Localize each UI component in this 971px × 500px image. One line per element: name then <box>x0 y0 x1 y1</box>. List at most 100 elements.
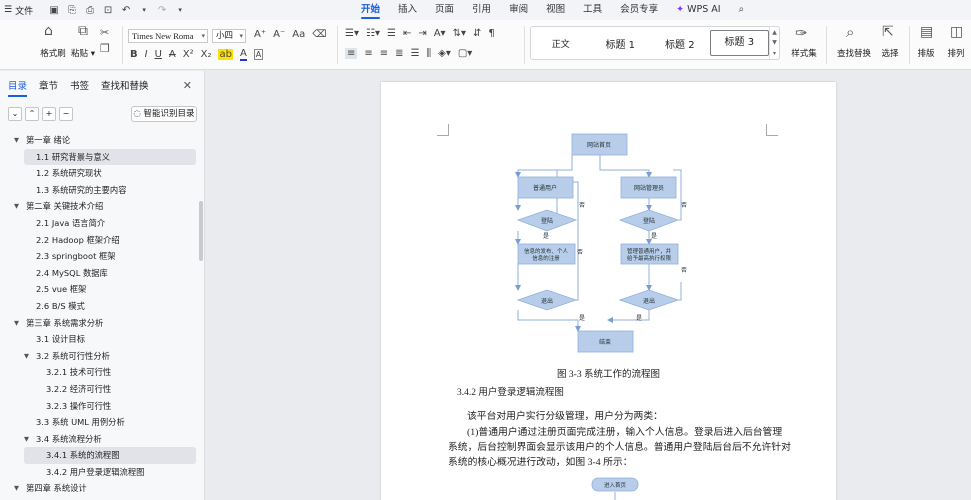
wps-ai-button[interactable]: ✦ WPS AI <box>667 0 729 20</box>
tab-home[interactable]: 开始 <box>352 0 389 20</box>
toc-item[interactable]: 2.3 springboot 框架 <box>0 248 200 265</box>
chinese-layout-icon[interactable]: A▾ <box>434 28 446 39</box>
redo-icon[interactable]: ↷ <box>155 3 169 17</box>
print-icon[interactable]: ⎙ <box>83 3 97 17</box>
close-icon[interactable]: ✕ <box>183 79 192 92</box>
nav-tab-toc[interactable]: 目录 <box>8 78 28 97</box>
highlight-icon[interactable]: ab <box>218 49 233 60</box>
subscript-icon[interactable]: X₂ <box>201 49 212 60</box>
strikethrough-icon[interactable]: A <box>169 49 176 60</box>
layout-button[interactable]: 排版 <box>911 47 941 59</box>
paste-icon[interactable]: ⧉ <box>78 24 88 38</box>
tab-references[interactable]: 引用 <box>463 0 500 20</box>
toc-item[interactable]: ▼ 第一章 绪论 <box>0 132 200 149</box>
undo-icon[interactable]: ↶ <box>119 3 133 17</box>
toc-item[interactable]: 3.4.1 系统的流程图 <box>24 447 196 464</box>
toc-item[interactable]: 3.4.2 用户登录逻辑流程图 <box>0 464 200 481</box>
columns-icon[interactable]: ⫼ <box>427 48 432 59</box>
toc-item[interactable]: ▼ 第二章 关键技术介绍 <box>0 198 200 215</box>
shrink-font-icon[interactable]: A⁻ <box>273 29 285 40</box>
collapse-all-icon[interactable]: ⌄ <box>8 107 22 121</box>
style-gallery-scroll[interactable]: ▲ ▼ ▾ <box>769 27 779 59</box>
toc-item[interactable]: 3.3 系统 UML 用例分析 <box>0 414 200 431</box>
toc-item[interactable]: 1.3 系统研究的主要内容 <box>0 182 200 199</box>
nav-tab-bookmarks[interactable]: 书签 <box>70 78 89 92</box>
tab-tools[interactable]: 工具 <box>574 0 611 20</box>
tab-page[interactable]: 页面 <box>426 0 463 20</box>
toc-item[interactable]: 3.1 设计目标 <box>0 331 200 348</box>
line-spacing-icon[interactable]: ⇅▾ <box>453 28 466 39</box>
find-replace-button[interactable]: 查找替换 <box>832 47 876 59</box>
align-center-icon[interactable]: ≡ <box>364 48 372 59</box>
toc-item[interactable]: ▼ 3.2 系统可行性分析 <box>0 348 200 365</box>
border-icon[interactable]: ▢▾ <box>458 48 472 59</box>
toc-item[interactable]: 3.2.1 技术可行性 <box>0 364 200 381</box>
toc-item[interactable]: 3.2.2 经济可行性 <box>0 381 200 398</box>
preview-icon[interactable]: ⊡ <box>101 3 115 17</box>
toc-item[interactable]: 1.2 系统研究现状 <box>0 165 200 182</box>
arrange-button[interactable]: 排列 <box>941 47 971 59</box>
select-button[interactable]: 选择 <box>875 47 905 59</box>
smart-toc-button[interactable]: ◌ 智能识别目录 <box>131 106 197 122</box>
style-heading-3[interactable]: 标题 3 <box>709 30 770 56</box>
tab-insert[interactable]: 插入 <box>389 0 426 20</box>
search-icon[interactable]: ⌕ <box>730 0 753 20</box>
file-menu[interactable]: ☰ 文件 <box>0 4 33 17</box>
nav-tab-find-replace[interactable]: 查找和替换 <box>101 78 149 92</box>
expand-arrow-icon[interactable]: ▼ <box>14 132 19 149</box>
tab-member[interactable]: 会员专享 <box>611 0 667 20</box>
shading-icon[interactable]: ◈▾ <box>438 48 451 59</box>
numbered-list-icon[interactable]: ☷▾ <box>366 28 380 39</box>
bold-icon[interactable]: B <box>130 49 138 60</box>
change-case-icon[interactable]: Aa <box>292 29 305 40</box>
toc-item[interactable]: 2.5 vue 框架 <box>0 281 200 298</box>
font-name-select[interactable]: Times New Roma ▾ <box>128 29 208 43</box>
toc-item[interactable]: ▼ 第三章 系统需求分析 <box>0 315 200 332</box>
paste-button[interactable]: 粘贴 ▾ <box>66 47 100 59</box>
nav-scrollbar[interactable] <box>199 201 203 261</box>
grow-font-icon[interactable]: A⁺ <box>254 29 266 40</box>
style-heading-2[interactable]: 标题 2 <box>650 36 710 51</box>
toc-item[interactable]: ▼ 3.4 系统流程分析 <box>0 431 200 448</box>
expand-arrow-icon[interactable]: ▼ <box>24 431 29 448</box>
format-painter-icon[interactable]: ⌂ <box>44 24 53 38</box>
chevron-down-icon[interactable]: ▾ <box>137 3 151 17</box>
expand-arrow-icon[interactable]: ▼ <box>14 480 19 497</box>
cut-icon[interactable]: ✂ <box>100 26 109 40</box>
expand-arrow-icon[interactable]: ▼ <box>24 348 29 365</box>
toc-item[interactable]: ▼ 第四章 系统设计 <box>0 480 200 497</box>
chevron-down-icon[interactable]: ▾ <box>173 3 187 17</box>
expand-arrow-icon[interactable]: ▼ <box>14 198 19 215</box>
expand-arrow-icon[interactable]: ▼ <box>14 315 19 332</box>
format-painter-button[interactable]: 格式刷 <box>36 47 70 59</box>
italic-icon[interactable]: I <box>145 49 148 60</box>
show-marks-icon[interactable]: ¶ <box>488 28 494 39</box>
style-normal[interactable]: 正文 <box>531 37 591 50</box>
remove-icon[interactable]: − <box>59 107 73 121</box>
font-color-icon[interactable]: A <box>239 48 247 61</box>
clear-format-icon[interactable]: ⌫ <box>312 29 326 40</box>
share-icon[interactable]: ⎘ <box>65 3 79 17</box>
toc-item[interactable]: 2.4 MySQL 数据库 <box>0 265 200 282</box>
toc-item[interactable]: 2.2 Hadoop 框架介绍 <box>0 232 200 249</box>
save-icon[interactable]: ▣ <box>47 3 61 17</box>
align-left-icon[interactable]: ≡ <box>345 48 358 59</box>
underline-icon[interactable]: U <box>155 49 162 60</box>
style-set-button[interactable]: 样式集 <box>786 47 822 59</box>
char-border-icon[interactable]: A <box>253 49 264 60</box>
copy-icon[interactable]: ❐ <box>100 42 110 56</box>
justify-icon[interactable]: ≣ <box>395 48 403 59</box>
align-right-icon[interactable]: ≡ <box>380 48 388 59</box>
multilevel-list-icon[interactable]: ☰ <box>387 28 396 39</box>
distribute-icon[interactable]: ☰ <box>411 48 420 59</box>
tab-review[interactable]: 审阅 <box>500 0 537 20</box>
expand-up-icon[interactable]: ⌃ <box>25 107 39 121</box>
superscript-icon[interactable]: X² <box>183 49 194 60</box>
toc-item[interactable]: 2.6 B/S 模式 <box>0 298 200 315</box>
toc-item[interactable]: 2.1 Java 语言简介 <box>0 215 200 232</box>
increase-indent-icon[interactable]: ⇥ <box>418 28 426 39</box>
document-page[interactable]: 网站首页 普通用户 网站管理员 登陆 登陆 信息的发布、个人 信息的注册 管理普… <box>381 82 836 500</box>
tab-view[interactable]: 视图 <box>537 0 574 20</box>
style-heading-1[interactable]: 标题 1 <box>591 36 651 51</box>
toc-item[interactable]: 3.2.3 操作可行性 <box>0 398 200 415</box>
